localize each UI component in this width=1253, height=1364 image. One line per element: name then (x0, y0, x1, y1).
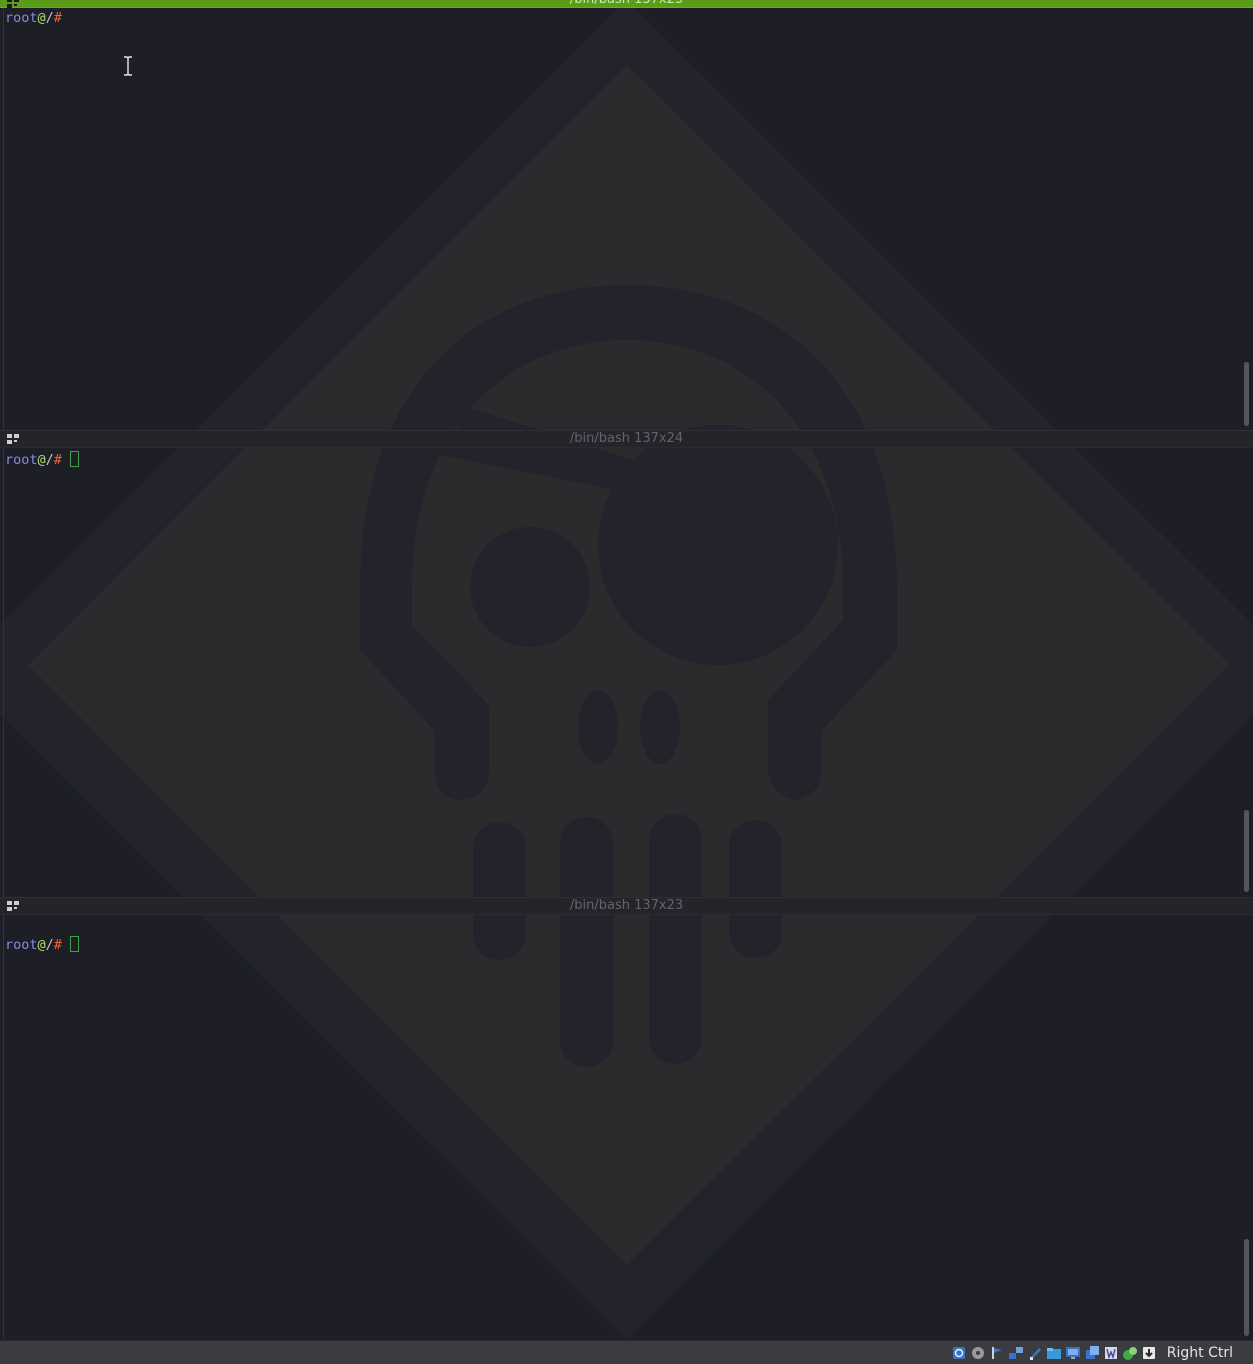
mouse-integration-icon[interactable] (1141, 1345, 1157, 1361)
prompt-user: root (5, 452, 38, 468)
block-cursor (69, 451, 79, 467)
host-key-label: Right Ctrl (1166, 1345, 1233, 1361)
terminal-output[interactable]: root@/# (3, 448, 1240, 897)
terminal-output[interactable]: root@/# (3, 915, 1240, 1340)
shared-folders-icon[interactable] (1046, 1345, 1062, 1361)
audio-icon[interactable] (989, 1345, 1005, 1361)
shell-prompt: root@/# (5, 451, 79, 468)
vm-status-bar: Right Ctrl (0, 1340, 1253, 1364)
prompt-symbol: # (53, 937, 62, 953)
prompt-at: @ (37, 452, 46, 468)
prompt-path: / (45, 937, 54, 953)
prompt-user: root (5, 937, 38, 953)
recording-icon[interactable] (1103, 1345, 1119, 1361)
pane-2-titlebar[interactable]: /bin/bash 137x24 (0, 430, 1253, 448)
prompt-symbol: # (53, 452, 62, 468)
cpu-icon[interactable] (1122, 1345, 1138, 1361)
shell-prompt: root@/# (5, 936, 79, 953)
terminal-pane-1[interactable]: /bin/bash 137x23 root@/# (0, 0, 1253, 430)
text-cursor-pointer-icon (124, 56, 132, 76)
hard-disk-icon[interactable] (951, 1345, 967, 1361)
pane-1-scrollbar[interactable] (1244, 362, 1249, 426)
pane-1-titlebar[interactable]: /bin/bash 137x23 (0, 0, 1253, 8)
terminal-pane-2[interactable]: /bin/bash 137x24 root@/# (0, 430, 1253, 897)
prompt-path: / (45, 10, 54, 26)
terminal-pane-3[interactable]: /bin/bash 137x23 root@/# (0, 897, 1253, 1340)
display-icon[interactable] (1065, 1345, 1081, 1361)
shell-prompt: root@/# (5, 10, 62, 26)
usb-icon[interactable] (1027, 1345, 1043, 1361)
status-icons (951, 1345, 1157, 1361)
pane-title: /bin/bash 137x23 (569, 898, 684, 913)
pane-3-scrollbar[interactable] (1244, 1239, 1249, 1336)
pane-title: /bin/bash 137x24 (569, 431, 684, 446)
terminal-screen: /bin/bash 137x23 root@/# /bin/bash 137x2… (0, 0, 1253, 1364)
prompt-at: @ (37, 10, 46, 26)
video-capture-icon[interactable] (1084, 1345, 1100, 1361)
prompt-symbol: # (53, 10, 62, 26)
prompt-path: / (45, 452, 54, 468)
prompt-at: @ (37, 937, 46, 953)
optical-drive-icon[interactable] (970, 1345, 986, 1361)
prompt-user: root (5, 10, 38, 26)
pane-3-titlebar[interactable]: /bin/bash 137x23 (0, 897, 1253, 915)
block-cursor (69, 936, 79, 952)
terminal-output[interactable]: root@/# (3, 8, 1240, 430)
pane-2-scrollbar[interactable] (1244, 810, 1249, 892)
network-icon[interactable] (1008, 1345, 1024, 1361)
